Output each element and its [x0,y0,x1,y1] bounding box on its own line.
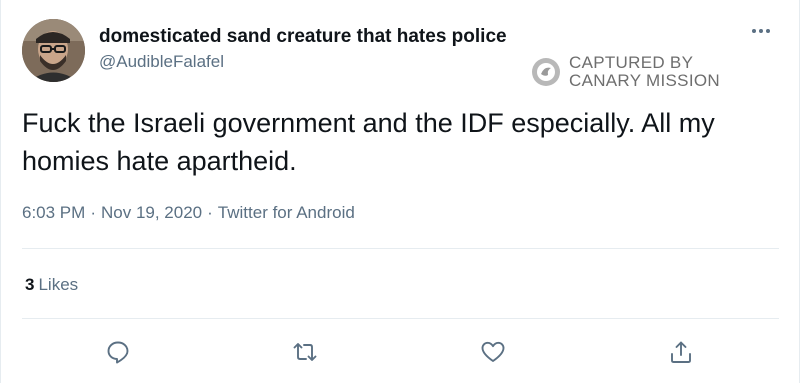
reply-button[interactable] [105,339,131,365]
share-icon [671,341,691,363]
tweet-text: Fuck the Israeli government and the IDF … [22,108,715,176]
tweet-source[interactable]: Twitter for Android [218,203,355,222]
divider [22,318,779,319]
reply-icon [107,341,129,364]
watermark: CAPTURED BY CANARY MISSION [531,54,720,90]
watermark-line-1: CAPTURED BY [569,53,694,72]
display-name[interactable]: domesticated sand creature that hates po… [99,26,507,48]
tweet-meta: 6:03 PM · Nov 19, 2020 · Twitter for Android [22,203,355,223]
tweet-time[interactable]: 6:03 PM [22,203,85,222]
heart-icon [481,341,505,362]
retweet-button[interactable] [292,339,318,365]
user-handle[interactable]: @AudibleFalafel [99,52,224,72]
like-button[interactable] [480,339,506,365]
likes-link[interactable]: 3 Likes [25,275,78,295]
avatar-image [22,19,85,82]
tweet-date[interactable]: Nov 19, 2020 [101,203,202,222]
likes-label: Likes [38,275,79,294]
share-button[interactable] [668,339,694,365]
more-options-icon[interactable] [749,24,773,38]
divider [22,248,779,249]
retweet-icon [293,343,317,361]
likes-count: 3 [25,275,35,294]
canary-mission-logo-icon [532,58,560,86]
tweet-card: domesticated sand creature that hates po… [0,0,800,383]
meta-separator: · [90,203,96,222]
avatar[interactable] [22,19,85,82]
meta-separator: · [207,203,213,222]
watermark-line-2: CANARY MISSION [569,71,720,90]
